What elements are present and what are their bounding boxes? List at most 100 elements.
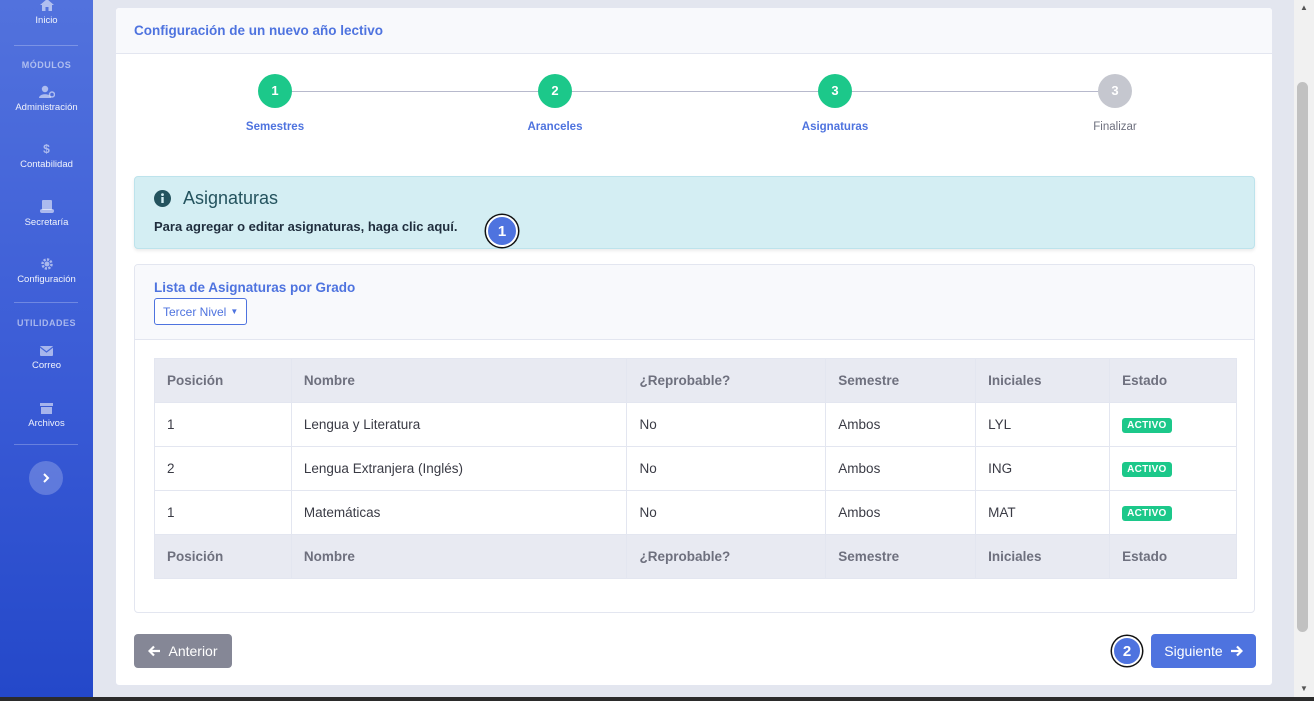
- cell-failable: No: [626, 402, 827, 447]
- cell-position: 2: [154, 446, 292, 491]
- step-semestres[interactable]: 1 Semestres: [215, 74, 335, 133]
- sidebar-item-archivos[interactable]: Archivos: [0, 403, 93, 429]
- cell-status: ACTIVO: [1109, 402, 1237, 447]
- sidebar-item-configuracion[interactable]: Configuración: [0, 258, 93, 285]
- scroll-icon: [39, 200, 54, 213]
- main-content: Configuración de un nuevo año lectivo 1 …: [93, 0, 1294, 697]
- scrollbar-thumb[interactable]: [1297, 82, 1308, 632]
- window-bottom-edge: [0, 697, 1314, 701]
- step-label: Semestres: [245, 121, 305, 133]
- chevron-right-icon: [43, 473, 50, 483]
- alert-header: Asignaturas: [154, 188, 278, 209]
- column-footer-position: Posición: [154, 534, 292, 579]
- cell-initials: ING: [975, 446, 1111, 491]
- caret-down-icon: ▼: [230, 307, 239, 316]
- sidebar-item-contabilidad[interactable]: $ Contabilidad: [0, 143, 93, 170]
- sidebar-divider: [14, 444, 78, 445]
- users-cog-icon: [38, 85, 55, 98]
- cell-position: 1: [154, 402, 292, 447]
- sidebar-item-label: Configuración: [17, 274, 76, 285]
- sidebar-item-administracion[interactable]: Administración: [0, 85, 93, 113]
- column-footer-semester: Semestre: [825, 534, 977, 579]
- archive-icon: [40, 403, 53, 414]
- column-header-name[interactable]: Nombre: [290, 358, 628, 403]
- previous-button-label: Anterior: [168, 643, 218, 659]
- subjects-title: Lista de Asignaturas por Grado: [154, 280, 356, 295]
- sidebar-heading-utilities: UTILIDADES: [17, 318, 76, 328]
- column-header-initials[interactable]: Iniciales: [975, 358, 1111, 403]
- sidebar-divider: [14, 302, 78, 303]
- subjects-table: Posición Nombre ¿Reprobable? Semestre In…: [154, 358, 1237, 579]
- page-title: Configuración de un nuevo año lectivo: [116, 8, 1272, 54]
- next-button-label: Siguiente: [1164, 643, 1223, 659]
- grade-dropdown[interactable]: Tercer Nivel ▼: [154, 298, 248, 325]
- step-finalizar[interactable]: 3 Finalizar: [1055, 74, 1175, 133]
- next-button[interactable]: Siguiente: [1151, 634, 1256, 668]
- status-badge: ACTIVO: [1122, 462, 1172, 477]
- sidebar-item-correo[interactable]: Correo: [0, 346, 93, 371]
- arrow-left-icon: [148, 645, 161, 657]
- sidebar-toggle-button[interactable]: [29, 461, 63, 495]
- step-number: 3: [818, 74, 852, 108]
- cell-status: ACTIVO: [1109, 446, 1237, 491]
- cell-initials: MAT: [975, 490, 1111, 535]
- status-badge: ACTIVO: [1122, 506, 1172, 521]
- cell-position: 1: [154, 490, 292, 535]
- column-header-status[interactable]: Estado: [1109, 358, 1237, 403]
- cell-failable: No: [626, 490, 827, 535]
- previous-button[interactable]: Anterior: [134, 634, 232, 668]
- column-footer-status: Estado: [1109, 534, 1237, 579]
- annotation-marker-1: 1: [486, 215, 518, 247]
- step-number: 2: [538, 74, 572, 108]
- annotation-marker-2: 2: [1112, 636, 1142, 666]
- column-footer-failable: ¿Reprobable?: [626, 534, 827, 579]
- cell-status: ACTIVO: [1109, 490, 1237, 535]
- table-header-row: Posición Nombre ¿Reprobable? Semestre In…: [154, 358, 1237, 403]
- column-footer-initials: Iniciales: [975, 534, 1111, 579]
- home-icon: [39, 0, 54, 11]
- info-alert: Asignaturas Para agregar o editar asigna…: [134, 176, 1255, 249]
- info-circle-icon: [154, 190, 171, 207]
- step-aranceles[interactable]: 2 Aranceles: [495, 74, 615, 133]
- stepper-line: [276, 91, 1116, 92]
- table-row[interactable]: 1 Lengua y Literatura No Ambos LYL ACTIV…: [154, 402, 1237, 447]
- status-badge: ACTIVO: [1122, 418, 1172, 433]
- alert-link-text[interactable]: Para agregar o editar asignaturas, haga …: [154, 219, 457, 234]
- arrow-right-icon: [1230, 645, 1243, 657]
- column-header-position[interactable]: Posición: [154, 358, 292, 403]
- sidebar-item-label: Correo: [31, 360, 62, 371]
- table-row[interactable]: 2 Lengua Extranjera (Inglés) No Ambos IN…: [154, 446, 1237, 491]
- cell-initials: LYL: [975, 402, 1111, 447]
- sidebar-item-label: Secretaría: [24, 217, 69, 228]
- step-label: Aranceles: [527, 121, 583, 133]
- step-number: 3: [1098, 74, 1132, 108]
- step-asignaturas[interactable]: 3 Asignaturas: [775, 74, 895, 133]
- subjects-card: Lista de Asignaturas por Grado Tercer Ni…: [134, 264, 1255, 613]
- wizard-card: Configuración de un nuevo año lectivo 1 …: [115, 7, 1273, 686]
- cell-semester: Ambos: [825, 446, 977, 491]
- cell-name: Lengua Extranjera (Inglés): [290, 446, 628, 491]
- sidebar-heading-modules: MÓDULOS: [21, 60, 72, 70]
- cell-name: Lengua y Literatura: [290, 402, 628, 447]
- step-label: Asignaturas: [801, 121, 869, 133]
- gear-icon: [40, 258, 53, 270]
- sidebar-item-secretaria[interactable]: Secretaría: [0, 200, 93, 228]
- step-label: Finalizar: [1093, 121, 1137, 133]
- sidebar-item-label: Contabilidad: [20, 159, 73, 170]
- table-row[interactable]: 1 Matemáticas No Ambos MAT ACTIVO: [154, 490, 1237, 535]
- subjects-card-header: Lista de Asignaturas por Grado Tercer Ni…: [135, 265, 1254, 340]
- step-number: 1: [258, 74, 292, 108]
- sidebar-item-label: Archivos: [28, 418, 65, 429]
- sidebar-item-label: Administración: [15, 102, 78, 113]
- envelope-icon: [40, 346, 53, 356]
- sidebar-item-label: Inicio: [35, 15, 58, 26]
- cell-semester: Ambos: [825, 490, 977, 535]
- grade-dropdown-value: Tercer Nivel: [163, 304, 227, 319]
- column-footer-name: Nombre: [290, 534, 628, 579]
- scroll-up-arrow[interactable]: ▲: [1294, 0, 1314, 16]
- column-header-failable[interactable]: ¿Reprobable?: [626, 358, 827, 403]
- sidebar-item-home[interactable]: Inicio: [0, 0, 93, 26]
- scroll-down-arrow[interactable]: ▼: [1294, 681, 1314, 697]
- wizard-stepper: 1 Semestres 2 Aranceles 3 Asignaturas 3 …: [116, 54, 1274, 164]
- column-header-semester[interactable]: Semestre: [825, 358, 977, 403]
